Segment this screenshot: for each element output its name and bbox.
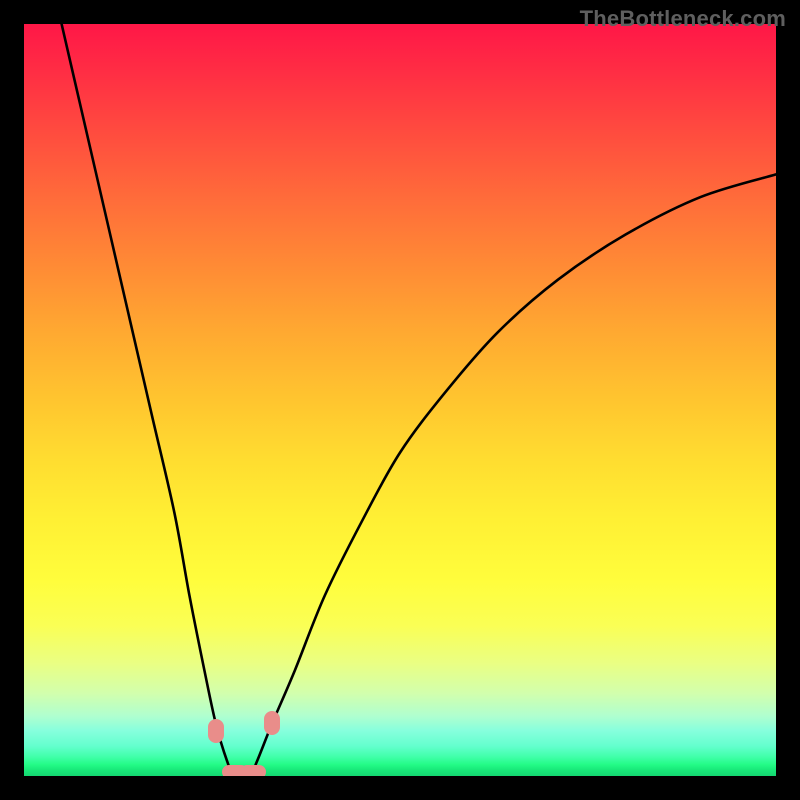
bottleneck-curve [24, 24, 776, 776]
curve-marker-bottom-right [240, 765, 266, 776]
watermark-text: TheBottleneck.com [580, 6, 786, 32]
curve-path [62, 24, 776, 776]
chart-frame: TheBottleneck.com [0, 0, 800, 800]
curve-marker-right-upper [264, 711, 280, 735]
curve-marker-left-upper [208, 719, 224, 743]
plot-area [24, 24, 776, 776]
